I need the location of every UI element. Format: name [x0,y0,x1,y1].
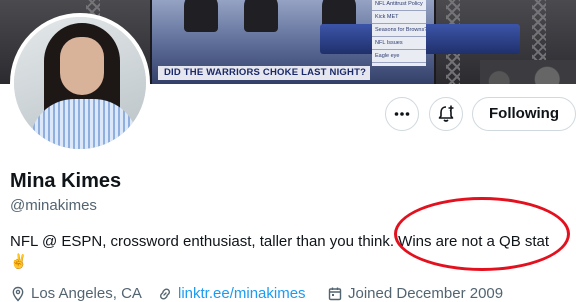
banner-sidebar-item: NFL Issues [372,37,426,50]
banner-sidebar-item: Kick MET [372,11,426,24]
highlight-annotation [394,197,570,271]
banner-sidebar-item: Eagle eye [372,50,426,63]
website[interactable]: linktr.ee/minakimes [157,285,306,302]
location-pin-icon [12,286,24,302]
bio-emoji: ✌️ [10,253,28,269]
notification-bell-icon [438,105,454,122]
following-button[interactable]: Following [472,97,576,131]
website-link[interactable]: linktr.ee/minakimes [178,285,306,302]
banner-sidebar: NFL Antitrust Policy Kick MET Seasons fo… [372,0,426,66]
banner-sidebar-item: Seasons for Browns? [372,24,426,37]
more-button[interactable] [385,97,419,131]
notification-button[interactable] [429,97,463,131]
avatar-face [60,37,104,95]
banner-sidebar-item: NFL Antitrust Policy [372,0,426,11]
join-date: Joined December 2009 [327,285,503,302]
calendar-icon [328,287,342,300]
user-handle: @minakimes [10,197,97,214]
banner-crowd [480,60,576,84]
more-icon [394,112,410,116]
join-date-text: Joined December 2009 [348,285,504,302]
avatar[interactable] [10,13,150,153]
display-name: Mina Kimes [10,170,122,192]
banner-person [244,0,278,32]
link-icon [159,287,171,300]
location: Los Angeles, CA [10,285,142,302]
banner-chyron: DID THE WARRIORS CHOKE LAST NIGHT? [158,66,370,80]
location-text: Los Angeles, CA [31,285,142,302]
banner-person [184,0,218,32]
